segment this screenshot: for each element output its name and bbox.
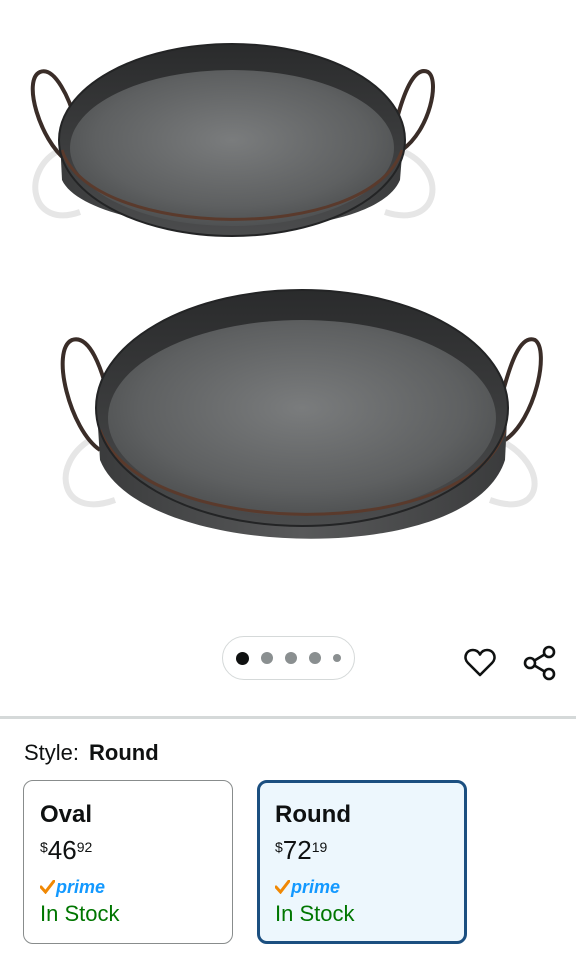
price-fraction: 19	[311, 839, 328, 855]
availability: In Stock	[275, 901, 355, 926]
share-icon	[523, 645, 556, 681]
price-fraction: 92	[76, 839, 93, 855]
price-whole: 72	[282, 835, 312, 865]
share-button[interactable]	[520, 643, 560, 683]
price-whole: 46	[47, 835, 77, 865]
carousel-dot-1[interactable]	[236, 651, 249, 665]
variant-option-oval[interactable]: Oval $ 46 92 prime In Stock	[23, 780, 233, 944]
variant-price: $ 46 92	[40, 837, 232, 863]
availability: In Stock	[40, 901, 120, 926]
prime-badge: prime	[40, 877, 232, 897]
check-icon	[275, 880, 290, 894]
prime-label: prime	[291, 876, 341, 897]
carousel-dot-5[interactable]	[333, 654, 341, 662]
style-selector-label: Style: Round	[24, 740, 159, 766]
variant-name: Oval	[40, 801, 93, 828]
carousel-dot-3[interactable]	[285, 652, 297, 664]
tray-large	[60, 289, 543, 539]
price-symbol: $	[40, 839, 48, 855]
image-carousel-indicator[interactable]	[222, 636, 355, 680]
carousel-dot-2[interactable]	[261, 652, 273, 664]
price-symbol: $	[275, 839, 283, 855]
style-selected-value: Round	[89, 740, 159, 765]
prime-badge: prime	[275, 877, 464, 897]
tray-small	[30, 43, 436, 237]
heart-icon	[464, 648, 496, 677]
section-divider	[0, 716, 576, 719]
add-to-list-button[interactable]	[460, 643, 500, 683]
check-icon	[40, 880, 55, 894]
variant-option-round[interactable]: Round $ 72 19 prime In Stock	[257, 780, 467, 944]
carousel-dot-4[interactable]	[309, 652, 321, 664]
variant-name: Round	[275, 801, 351, 828]
style-label: Style:	[24, 740, 80, 765]
product-image[interactable]	[0, 0, 576, 620]
variant-price: $ 72 19	[275, 837, 464, 863]
prime-label: prime	[56, 876, 106, 897]
